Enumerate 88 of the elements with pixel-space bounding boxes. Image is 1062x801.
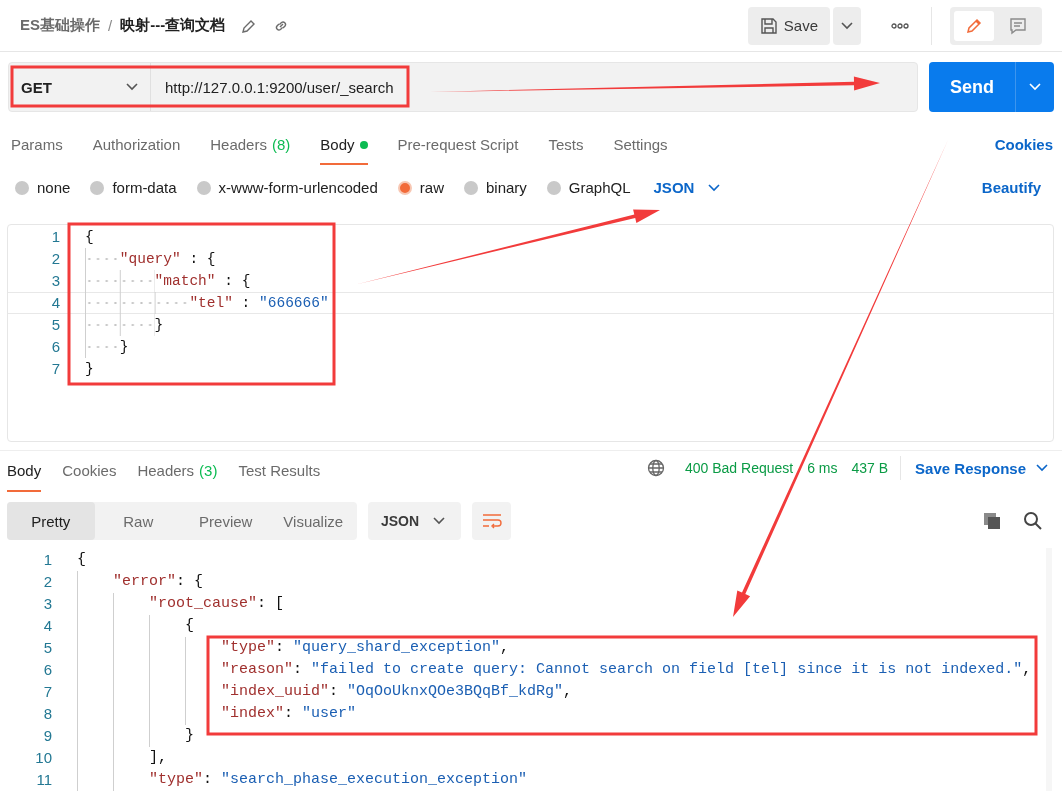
save-options-button[interactable] xyxy=(833,6,861,45)
response-tab[interactable]: Headers (3) xyxy=(137,462,218,492)
code-line: "tel" : "666666" xyxy=(85,292,1053,314)
caret-icon xyxy=(126,83,138,91)
code-line: "type": "query_shard_exception", xyxy=(77,637,514,659)
request-tab[interactable]: Authorization xyxy=(92,136,181,165)
request-tab[interactable]: Tests xyxy=(548,136,584,165)
code-line: "index_uuid": "OqOoUknxQOe3BQqBf_kdRg", xyxy=(77,681,577,703)
line-number: 7 xyxy=(42,682,52,702)
caret-icon xyxy=(433,517,446,525)
radio-option[interactable]: none xyxy=(15,179,71,196)
line-number: 10 xyxy=(34,748,52,768)
radio-button[interactable] xyxy=(397,180,412,195)
code-line: "type": "search_phase_execution_exception" xyxy=(77,769,532,791)
caret-icon xyxy=(708,183,721,192)
code-line: "query" : { xyxy=(85,248,220,270)
caret-icon xyxy=(1029,83,1041,91)
request-tab[interactable]: Headers (8) xyxy=(210,136,291,165)
more-icon[interactable] xyxy=(891,22,909,29)
view-mode-tab[interactable]: Visualize xyxy=(269,502,357,540)
response-time: 6 ms xyxy=(807,460,838,476)
request-tab[interactable]: Body xyxy=(320,136,368,165)
radio-option[interactable]: x-www-form-urlencoded xyxy=(196,179,378,196)
save-button[interactable]: Save xyxy=(747,6,830,45)
line-number: 11 xyxy=(35,770,52,790)
edit-mode-tab[interactable] xyxy=(954,10,994,41)
wrap-lines-button[interactable] xyxy=(472,502,512,540)
code-line: } xyxy=(85,360,95,379)
wrap-lines-icon xyxy=(481,513,502,529)
status-code: 400 Bad Request xyxy=(684,460,794,476)
line-number: 4 xyxy=(50,293,60,313)
response-tab[interactable]: Body xyxy=(7,462,42,492)
radio-button[interactable] xyxy=(463,180,478,195)
request-tab[interactable]: Pre-request Script xyxy=(397,136,519,165)
line-number: 3 xyxy=(50,271,60,291)
cookies-link[interactable]: Cookies xyxy=(994,136,1053,165)
copy-icon[interactable] xyxy=(982,511,1002,531)
line-number: 9 xyxy=(42,726,52,746)
code-line: { xyxy=(77,550,87,570)
radio-button[interactable] xyxy=(196,180,211,195)
code-line: "error": { xyxy=(77,571,208,593)
save-response-button[interactable]: Save Response xyxy=(915,459,1048,477)
radio-button[interactable] xyxy=(15,180,29,195)
radio-option[interactable]: GraphQL xyxy=(546,179,631,196)
format-dropdown[interactable]: JSON xyxy=(653,179,721,196)
line-number: 2 xyxy=(42,572,52,592)
line-number: 8 xyxy=(42,704,52,724)
request-name: 映射---查询文档 xyxy=(120,16,226,35)
caret-icon xyxy=(1036,464,1048,472)
floppy-icon xyxy=(759,16,778,35)
response-size: 437 B xyxy=(851,460,889,476)
radio-option[interactable]: form-data xyxy=(90,179,177,196)
code-line: "reason": "failed to create query: Cannot search on field [tel] since it is not indexed.", xyxy=(77,659,1036,681)
line-number: 3 xyxy=(42,594,52,614)
radio-option[interactable]: raw xyxy=(397,179,444,196)
response-tab[interactable]: Cookies xyxy=(62,462,117,492)
comment-icon xyxy=(1009,16,1027,35)
view-mode-tab[interactable]: Preview xyxy=(182,502,270,540)
code-line: "match" : { xyxy=(85,270,255,292)
radio-option[interactable]: binary xyxy=(463,179,527,196)
search-icon[interactable] xyxy=(1023,511,1043,531)
line-number: 2 xyxy=(50,249,60,269)
view-mode-tab[interactable]: Pretty xyxy=(7,502,95,540)
line-number: 6 xyxy=(50,337,60,357)
globe-icon[interactable] xyxy=(646,459,665,477)
method-select[interactable]: GET xyxy=(9,63,151,111)
request-tab[interactable]: Params xyxy=(11,136,63,165)
line-number: 7 xyxy=(50,359,60,379)
beautify-link[interactable]: Beautify xyxy=(981,179,1041,196)
response-tab[interactable]: Test Results xyxy=(238,462,321,492)
breadcrumb-separator: / xyxy=(108,17,113,34)
code-line: "root_cause": [ xyxy=(77,593,289,615)
radio-button[interactable] xyxy=(546,180,561,195)
pencil-icon xyxy=(965,16,983,35)
collection-name[interactable]: ES基础操作 xyxy=(20,16,100,35)
url-field[interactable]: http://127.0.0.1:9200/user/_search xyxy=(151,78,394,96)
format-dropdown[interactable]: JSON xyxy=(368,502,462,540)
line-number: 5 xyxy=(50,315,60,335)
request-tab[interactable]: Settings xyxy=(613,136,668,165)
line-number: 6 xyxy=(42,660,52,680)
line-number: 4 xyxy=(42,616,52,636)
caret-icon xyxy=(841,21,853,30)
code-line: { xyxy=(85,228,95,247)
line-number: 1 xyxy=(42,550,52,570)
radio-button[interactable] xyxy=(90,180,105,195)
line-number: 5 xyxy=(42,638,52,658)
line-number: 1 xyxy=(50,227,60,247)
view-mode-tab[interactable]: Raw xyxy=(94,502,182,540)
